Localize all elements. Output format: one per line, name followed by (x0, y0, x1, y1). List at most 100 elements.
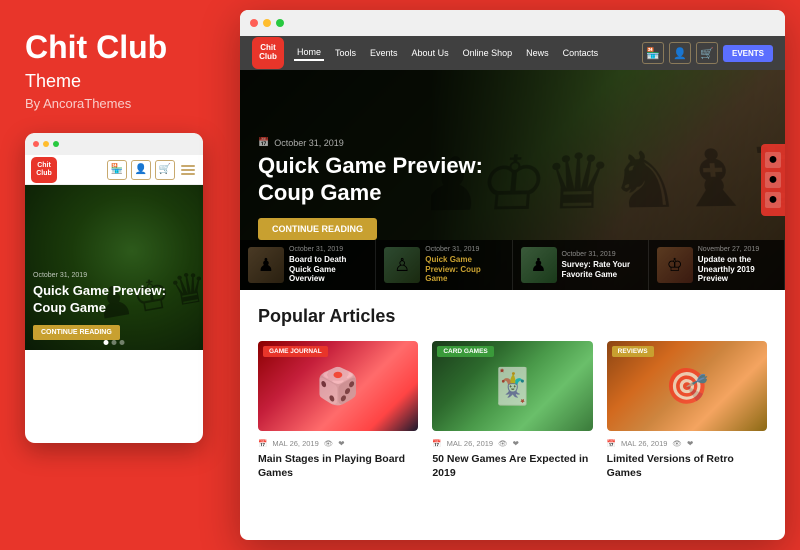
sidebar-dot-1[interactable]: ● (765, 152, 781, 168)
article-meta-3: 📅 MAL 26, 2019 👁 ❤ (607, 439, 767, 448)
nav-link-home[interactable]: Home (294, 45, 324, 61)
article-card-1[interactable]: GAME JOURNAL 🎲 📅 MAL 26, 2019 👁 ❤ Main S… (258, 341, 418, 480)
desktop-mockup: ChitClub Home Tools Events About Us Onli… (240, 10, 785, 540)
mobile-nav-dot-1[interactable] (104, 340, 109, 345)
mobile-read-more-button[interactable]: CONTINUE READING (33, 325, 120, 340)
thumb-text-1: October 31, 2019 Board to Death Quick Ga… (289, 246, 367, 284)
nav-cart-icon[interactable]: 🛒 (696, 42, 718, 64)
like-icon-1: ❤ (338, 439, 344, 448)
nav-link-tools[interactable]: Tools (332, 46, 359, 60)
articles-grid: GAME JOURNAL 🎲 📅 MAL 26, 2019 👁 ❤ Main S… (258, 341, 767, 480)
mobile-dot-red (33, 141, 39, 147)
thumbnail-2[interactable]: ♙ October 31, 2019 Quick Game Preview: C… (376, 240, 512, 290)
article-date-3: MAL 26, 2019 (621, 439, 667, 448)
sidebar-dot-3[interactable]: ● (765, 192, 781, 208)
thumbnail-1[interactable]: ♟ October 31, 2019 Board to Death Quick … (240, 240, 376, 290)
mobile-nav-dot-3[interactable] (120, 340, 125, 345)
desktop-hero: ♟♔♛♞♝♜ 📅 October 31, 2019 Quick Game Pre… (240, 70, 785, 290)
thumb-date-3: October 31, 2019 (562, 251, 640, 258)
hero-content: 📅 October 31, 2019 Quick Game Preview: C… (258, 137, 498, 240)
mobile-nav-dot-2[interactable] (112, 340, 117, 345)
desktop-top-bar (240, 10, 785, 36)
calendar-icon-2: 📅 (432, 439, 441, 448)
article-badge-3: REVIEWS (612, 346, 654, 357)
desktop-nav-right: 🏪 👤 🛒 EVENTS (642, 42, 773, 64)
hero-thumbnails: ♟ October 31, 2019 Board to Death Quick … (240, 240, 785, 290)
article-card-2[interactable]: CARD GAMES 🃏 📅 MAL 26, 2019 👁 ❤ 50 New G… (432, 341, 592, 480)
article-title-1: Main Stages in Playing Board Games (258, 452, 418, 480)
like-icon-2: ❤ (513, 439, 519, 448)
articles-section: Popular Articles GAME JOURNAL 🎲 📅 MAL 26… (240, 290, 785, 496)
article-decoration-1: 🎲 (316, 366, 360, 407)
nav-link-news[interactable]: News (523, 46, 552, 60)
like-icon-3: ❤ (687, 439, 693, 448)
brand-title: Chit Club (25, 30, 205, 65)
mobile-shop-icon[interactable]: 🏪 (107, 160, 127, 180)
article-badge-2: CARD GAMES (437, 346, 493, 357)
thumb-text-2: October 31, 2019 Quick Game Preview: Cou… (425, 246, 503, 284)
nav-link-shop[interactable]: Online Shop (460, 46, 516, 60)
mobile-hero-title: Quick Game Preview: Coup Game (33, 283, 195, 317)
eye-icon-2: 👁 (498, 439, 508, 448)
article-img-1: GAME JOURNAL 🎲 (258, 341, 418, 431)
thumb-title-1: Board to Death Quick Game Overview (289, 255, 367, 284)
desktop-nav: ChitClub Home Tools Events About Us Onli… (240, 36, 785, 70)
mobile-top-bar (25, 133, 203, 155)
article-meta-2: 📅 MAL 26, 2019 👁 ❤ (432, 439, 592, 448)
mobile-user-icon[interactable]: 👤 (131, 160, 151, 180)
nav-shop-icon[interactable]: 🏪 (642, 42, 664, 64)
article-card-3[interactable]: REVIEWS 🎯 📅 MAL 26, 2019 👁 ❤ Limited Ver… (607, 341, 767, 480)
sidebar-dot-2[interactable]: ● (765, 172, 781, 188)
thumb-title-3: Survey: Rate Your Favorite Game (562, 260, 640, 279)
thumb-img-4: ♔ (657, 247, 693, 283)
desktop-dot-yellow (263, 19, 271, 27)
thumb-title-4: Update on the Unearthly 2019 Preview (698, 255, 776, 284)
mobile-mockup: ChitClub 🏪 👤 🛒 ♟♔♛ October 31, 2019 Quic… (25, 133, 203, 443)
calendar-icon-3: 📅 (607, 439, 616, 448)
mobile-hero: ♟♔♛ October 31, 2019 Quick Game Preview:… (25, 185, 203, 350)
mobile-cart-icon[interactable]: 🛒 (155, 160, 175, 180)
article-decoration-2: 🃏 (491, 366, 535, 407)
article-title-3: Limited Versions of Retro Games (607, 452, 767, 480)
calendar-icon-1: 📅 (258, 439, 267, 448)
thumb-title-2: Quick Game Preview: Coup Game (425, 255, 503, 284)
mobile-nav: ChitClub 🏪 👤 🛒 (25, 155, 203, 185)
thumbnail-4[interactable]: ♔ November 27, 2019 Update on the Uneart… (649, 240, 785, 290)
desktop-dot-green (276, 19, 284, 27)
thumb-img-2: ♙ (384, 247, 420, 283)
mobile-dots-nav (104, 340, 125, 345)
nav-link-events[interactable]: Events (367, 46, 401, 60)
eye-icon-3: 👁 (672, 439, 682, 448)
article-img-3: REVIEWS 🎯 (607, 341, 767, 431)
thumb-text-3: October 31, 2019 Survey: Rate Your Favor… (562, 251, 640, 279)
eye-icon-1: 👁 (324, 439, 334, 448)
brand-by: By AncoraThemes (25, 96, 205, 111)
calendar-icon: 📅 (258, 137, 269, 148)
mobile-nav-icons: 🏪 👤 🛒 (107, 160, 197, 180)
nav-user-icon[interactable]: 👤 (669, 42, 691, 64)
hero-date: 📅 October 31, 2019 (258, 137, 498, 148)
hero-read-more-button[interactable]: CONTINUE READING (258, 218, 377, 240)
thumb-text-4: November 27, 2019 Update on the Unearthl… (698, 246, 776, 284)
nav-link-about[interactable]: About Us (409, 46, 452, 60)
nav-link-contacts[interactable]: Contacts (560, 46, 602, 60)
mobile-hero-date: October 31, 2019 (33, 272, 195, 279)
mobile-hamburger-button[interactable] (179, 163, 197, 177)
thumb-date-2: October 31, 2019 (425, 246, 503, 253)
hero-title: Quick Game Preview: Coup Game (258, 153, 498, 206)
article-badge-1: GAME JOURNAL (263, 346, 328, 357)
thumb-date-4: November 27, 2019 (698, 246, 776, 253)
articles-section-title: Popular Articles (258, 306, 767, 327)
mobile-dot-green (53, 141, 59, 147)
desktop-nav-links: Home Tools Events About Us Online Shop N… (294, 45, 642, 61)
thumb-img-1: ♟ (248, 247, 284, 283)
article-decoration-3: 🎯 (665, 366, 709, 407)
article-meta-1: 📅 MAL 26, 2019 👁 ❤ (258, 439, 418, 448)
mobile-dot-yellow (43, 141, 49, 147)
article-img-2: CARD GAMES 🃏 (432, 341, 592, 431)
thumbnail-3[interactable]: ♟ October 31, 2019 Survey: Rate Your Fav… (513, 240, 649, 290)
thumb-date-1: October 31, 2019 (289, 246, 367, 253)
desktop-sidebar-dots: ● ● ● (761, 144, 785, 216)
mobile-logo: ChitClub (31, 157, 57, 183)
events-button[interactable]: EVENTS (723, 45, 773, 62)
